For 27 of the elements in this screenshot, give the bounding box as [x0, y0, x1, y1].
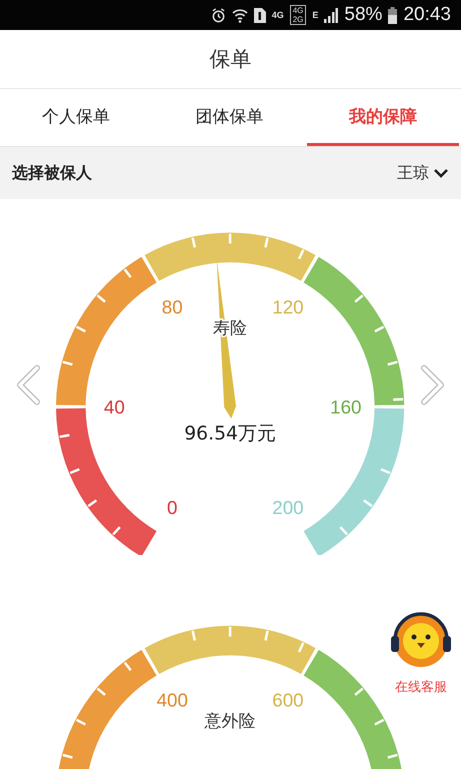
gauge-value: 96.54万元: [184, 423, 276, 444]
gauge-tick-label: 0: [167, 496, 178, 518]
battery-icon: [388, 6, 398, 24]
sim-card-icon: [254, 8, 266, 22]
page-title: 保单: [210, 46, 252, 73]
network-type: 4G: [272, 10, 284, 20]
clock: 20:43: [403, 4, 451, 26]
insured-label: 选择被保人: [12, 162, 92, 184]
signal-icon: [324, 8, 338, 22]
wifi-icon: [232, 8, 248, 22]
chevron-right-icon: [420, 365, 446, 405]
gauge-title: 意外险: [205, 710, 256, 731]
data-type: E: [312, 10, 318, 20]
gauge-tick-label: 200: [272, 496, 304, 518]
dual-sim-signal: 4G 2G: [290, 5, 306, 25]
alarm-icon: [210, 8, 226, 22]
gauge-tick-label: 40: [104, 396, 126, 418]
chevron-left-icon: [15, 365, 42, 405]
chevron-down-icon: [433, 167, 449, 179]
gauge-tick-label: 600: [272, 689, 304, 710]
gauge-tick-label: 120: [272, 296, 304, 318]
insured-dropdown[interactable]: 王琼: [397, 162, 449, 184]
battery-percent: 58%: [344, 4, 382, 26]
online-support-button[interactable]: 在线客服: [381, 600, 461, 696]
gauge-tick-label: 160: [330, 396, 362, 418]
gauge-tick-label: 400: [156, 689, 188, 710]
gauge-tick-label: 80: [162, 296, 184, 318]
